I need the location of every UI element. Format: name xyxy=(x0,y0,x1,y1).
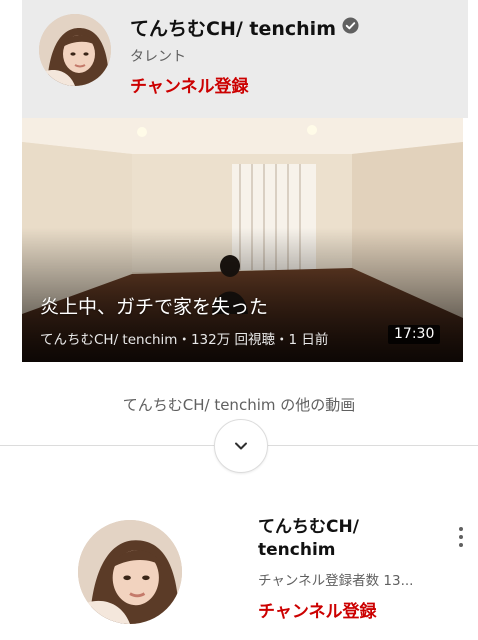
expand-button[interactable] xyxy=(214,419,268,473)
video-meta: てんちむCH/ tenchim・132万 回視聴・1 日前 xyxy=(40,332,329,348)
channel-header: てんちむCH/ tenchim タレント チャンネル登録 xyxy=(22,0,468,118)
subscribe-button[interactable]: チャンネル登録 xyxy=(130,72,249,97)
chevron-down-icon xyxy=(235,442,247,450)
channel-name-text: てんちむCH/ tenchim xyxy=(130,18,336,40)
menu-dot xyxy=(459,527,463,531)
subscriber-count: チャンネル登録者数 13... xyxy=(258,573,414,589)
channel-category: タレント xyxy=(130,49,186,65)
verified-check-icon xyxy=(342,17,359,34)
menu-dot xyxy=(459,535,463,539)
video-card[interactable]: 炎上中、ガチで家を失った てんちむCH/ tenchim・132万 回視聴・1 … xyxy=(22,118,463,362)
channel-card-subscribe-button[interactable]: チャンネル登録 xyxy=(258,597,377,622)
channel-card-name[interactable]: てんちむCH/ tenchim xyxy=(258,516,438,562)
page: てんちむCH/ tenchim タレント チャンネル登録 炎上中、ガチで家を失っ… xyxy=(0,0,478,640)
channel-card-avatar[interactable] xyxy=(78,520,182,624)
duration-badge: 17:30 xyxy=(388,325,441,344)
menu-dot xyxy=(459,543,463,547)
more-vert-icon[interactable] xyxy=(452,524,470,550)
channel-name[interactable]: てんちむCH/ tenchim xyxy=(130,14,359,41)
more-videos-heading: てんちむCH/ tenchim の他の動画 xyxy=(122,396,356,414)
channel-avatar[interactable] xyxy=(39,14,111,86)
video-title[interactable]: 炎上中、ガチで家を失った xyxy=(40,292,268,319)
